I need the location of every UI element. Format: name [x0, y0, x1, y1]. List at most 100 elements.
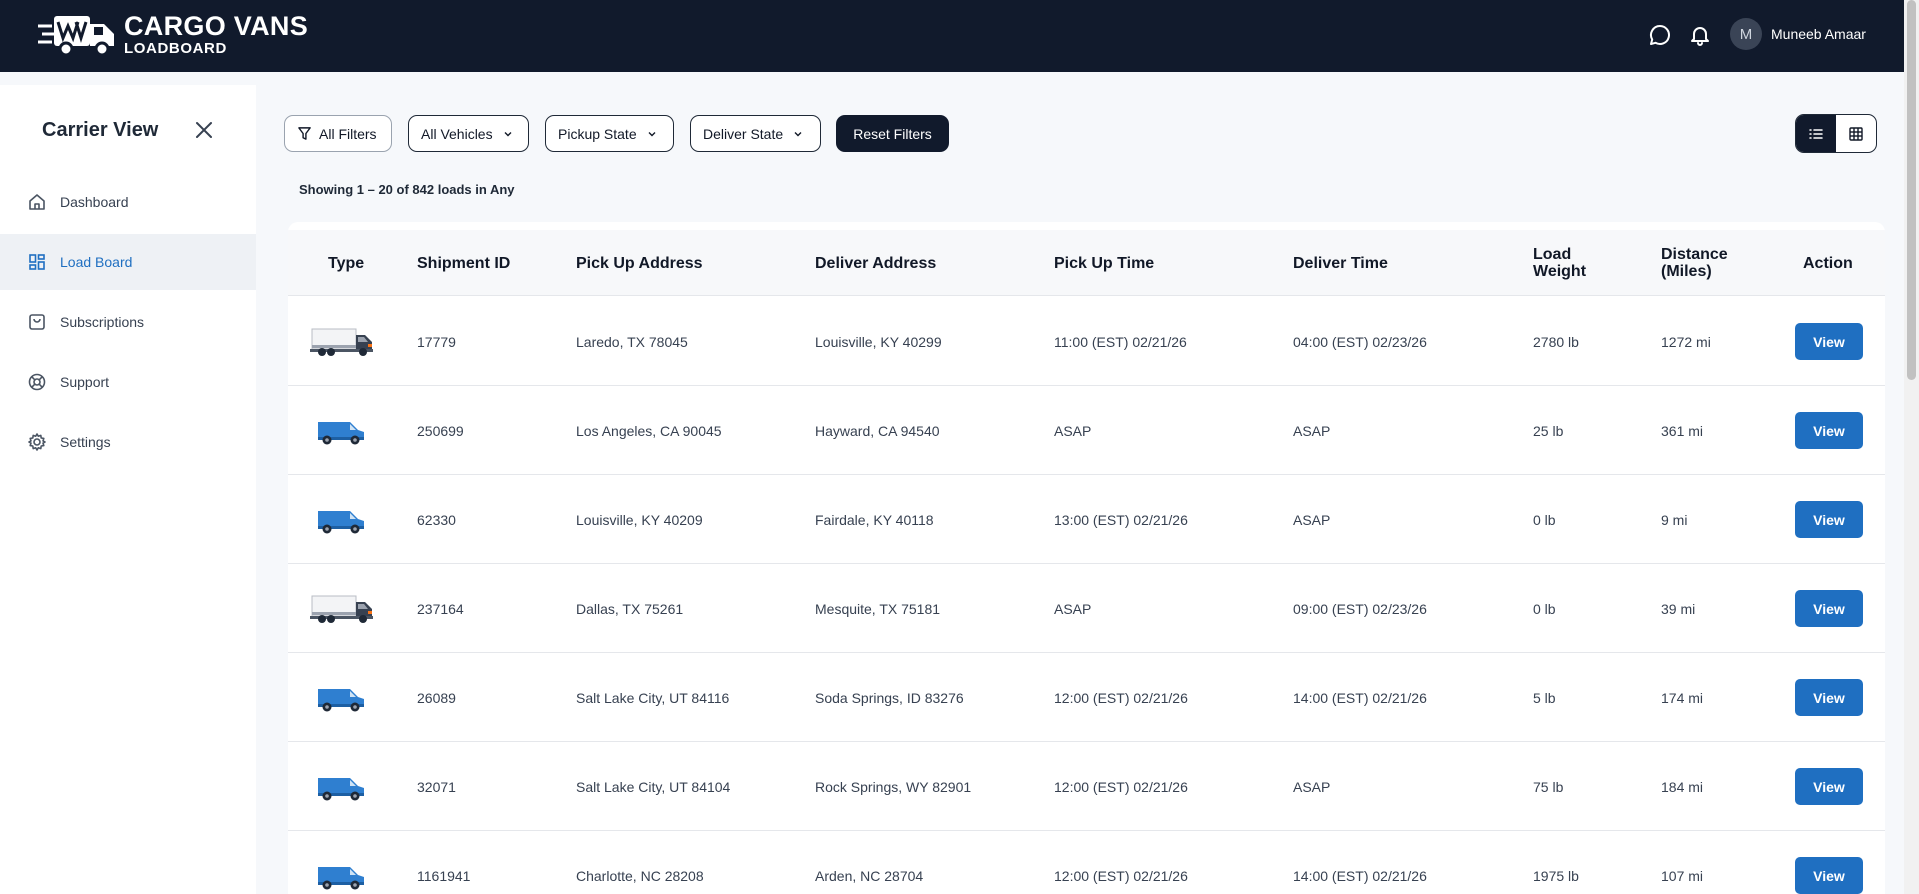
- cell-distance: 39 mi: [1661, 600, 1696, 617]
- sidebar-item-label: Settings: [60, 434, 111, 450]
- list-view-button[interactable]: [1796, 115, 1836, 152]
- cell-deliver-address: Soda Springs, ID 83276: [815, 689, 964, 706]
- chevron-down-icon: [648, 131, 656, 136]
- chevron-down-icon: [794, 131, 802, 136]
- all-filters-button[interactable]: All Filters: [284, 115, 392, 152]
- lifebuoy-icon: [28, 373, 46, 391]
- bell-icon[interactable]: [1688, 23, 1712, 47]
- cell-pickup-time: 11:00 (EST) 02/21/26: [1054, 333, 1187, 350]
- cell-pickup-address: Charlotte, NC 28208: [576, 867, 704, 884]
- table-grid-icon: [1849, 126, 1863, 141]
- user-avatar[interactable]: M: [1730, 18, 1762, 50]
- cell-load-weight: 0 lb: [1533, 600, 1556, 617]
- sidebar-item-label: Support: [60, 374, 110, 390]
- cell-deliver-address: Arden, NC 28704: [815, 867, 924, 884]
- gear-icon: [28, 433, 46, 451]
- cell-pickup-time: 12:00 (EST) 02/21/26: [1054, 778, 1188, 795]
- cargo-van-icon: [316, 685, 366, 718]
- cell-load-weight: 2780 lb: [1533, 333, 1579, 350]
- view-button[interactable]: View: [1795, 501, 1863, 538]
- close-icon[interactable]: [193, 119, 215, 141]
- cell-pickup-address: Laredo, TX 78045: [576, 333, 688, 350]
- table-row: 32071 Salt Lake City, UT 84104 Rock Spring…: [288, 742, 1885, 831]
- cell-pickup-time: 13:00 (EST) 02/21/26: [1054, 511, 1188, 528]
- cell-deliver-time: 14:00 (EST) 02/21/26: [1293, 867, 1427, 884]
- column-header-load-weight-line2: Weight: [1533, 263, 1587, 280]
- column-header-type: Type: [328, 255, 365, 272]
- cell-deliver-time: ASAP: [1293, 422, 1331, 439]
- cargo-van-icon: [316, 507, 366, 540]
- cargo-truck-logo-icon: [38, 16, 114, 56]
- sidebar-item-label: Subscriptions: [60, 314, 145, 330]
- cell-pickup-time: ASAP: [1054, 422, 1092, 439]
- column-header-deliver-address: Deliver Address: [815, 255, 937, 272]
- cell-pickup-time: 12:00 (EST) 02/21/26: [1054, 689, 1188, 706]
- column-header-action: Action: [1803, 255, 1853, 272]
- table-row: 62330 Louisville, KY 40209 Fairdale, KY 40…: [288, 475, 1885, 564]
- cell-deliver-time: ASAP: [1293, 778, 1331, 795]
- reset-filters-button[interactable]: Reset Filters: [836, 115, 949, 152]
- brand-subtitle: LOADBOARD: [124, 39, 227, 57]
- sidebar-item-label: Load Board: [60, 254, 133, 270]
- cell-shipment-id: 1161941: [417, 867, 471, 884]
- table-row: 26089 Salt Lake City, UT 84116 Soda Spring…: [288, 653, 1885, 742]
- pickup-state-dropdown-value: Pickup State: [558, 125, 637, 142]
- cell-deliver-address: Fairdale, KY 40118: [815, 511, 934, 528]
- cell-deliver-time: 09:00 (EST) 02/23/26: [1293, 600, 1427, 617]
- cell-pickup-address: Los Angeles, CA 90045: [576, 422, 722, 439]
- sidebar-item-support[interactable]: Support: [0, 354, 256, 410]
- cell-shipment-id: 250699: [417, 422, 464, 439]
- view-button[interactable]: View: [1795, 412, 1863, 449]
- cell-distance: 9 mi: [1661, 511, 1688, 528]
- pickup-state-dropdown[interactable]: Pickup State: [545, 115, 674, 152]
- cell-pickup-address: Salt Lake City, UT 84116: [576, 689, 730, 706]
- cell-load-weight: 5 lb: [1533, 689, 1556, 706]
- chat-icon[interactable]: [1648, 23, 1672, 47]
- user-name[interactable]: Muneeb Amaar: [1771, 26, 1866, 42]
- cell-deliver-address: Rock Springs, WY 82901: [815, 778, 972, 795]
- view-button[interactable]: View: [1795, 323, 1863, 360]
- sidebar-item-dashboard[interactable]: Dashboard: [0, 174, 256, 230]
- bag-icon: [29, 314, 45, 330]
- home-icon: [29, 194, 45, 210]
- cell-deliver-address: Hayward, CA 94540: [815, 422, 940, 439]
- page-scrollbar[interactable]: [1904, 0, 1919, 894]
- deliver-state-dropdown[interactable]: Deliver State: [690, 115, 821, 152]
- cell-pickup-time: 12:00 (EST) 02/21/26: [1054, 867, 1188, 884]
- cell-deliver-address: Mesquite, TX 75181: [815, 600, 941, 617]
- grid-icon: [29, 254, 45, 270]
- view-button[interactable]: View: [1795, 679, 1863, 716]
- column-header-pickup-address: Pick Up Address: [576, 255, 703, 272]
- cargo-van-icon: [316, 418, 366, 451]
- table-row: 17779 Laredo, TX 78045 Louisville, KY 4029…: [288, 297, 1885, 386]
- cell-pickup-address: Salt Lake City, UT 84104: [576, 778, 731, 795]
- view-button[interactable]: View: [1795, 857, 1863, 894]
- cell-load-weight: 0 lb: [1533, 511, 1556, 528]
- column-header-pickup-time: Pick Up Time: [1054, 255, 1155, 272]
- box-truck-icon: [310, 594, 374, 629]
- view-button[interactable]: View: [1795, 590, 1863, 627]
- view-button[interactable]: View: [1795, 768, 1863, 805]
- scrollbar-thumb[interactable]: [1907, 0, 1916, 380]
- cell-distance: 184 mi: [1661, 778, 1704, 795]
- vehicles-dropdown[interactable]: All Vehicles: [408, 115, 529, 152]
- view-toggle: [1795, 114, 1877, 153]
- cell-deliver-address: Louisville, KY 40299: [815, 333, 942, 350]
- cell-load-weight: 75 lb: [1533, 778, 1564, 795]
- cell-deliver-time: ASAP: [1293, 511, 1331, 528]
- cell-pickup-time: ASAP: [1054, 600, 1092, 617]
- sidebar-item-subscriptions[interactable]: Subscriptions: [0, 294, 256, 350]
- brand-logo[interactable]: CARGO VANS LOADBOARD: [38, 12, 308, 56]
- cell-shipment-id: 237164: [417, 600, 464, 617]
- cell-deliver-time: 04:00 (EST) 02/23/26: [1293, 333, 1427, 350]
- cell-shipment-id: 32071: [417, 778, 456, 795]
- column-header-distance-line1: Distance: [1661, 246, 1728, 263]
- sidebar-item-settings[interactable]: Settings: [0, 414, 256, 470]
- grid-view-button[interactable]: [1836, 115, 1876, 152]
- list-icon: [1809, 128, 1823, 139]
- chevron-down-icon: [504, 131, 512, 136]
- sidebar-item-load-board[interactable]: Load Board: [0, 234, 256, 290]
- cell-shipment-id: 62330: [417, 511, 456, 528]
- brand-title: CARGO VANS: [124, 10, 309, 41]
- cell-distance: 1272 mi: [1661, 333, 1711, 350]
